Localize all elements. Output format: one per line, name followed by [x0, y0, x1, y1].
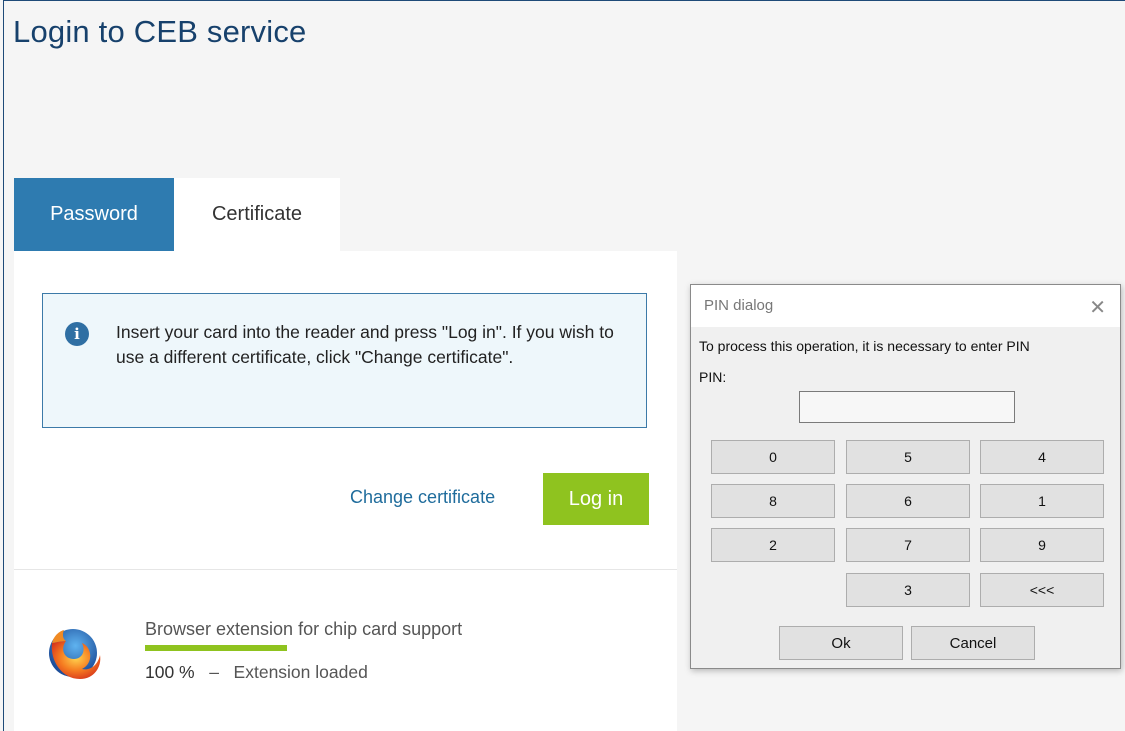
pin-key[interactable]: 7	[846, 528, 970, 562]
cancel-button[interactable]: Cancel	[911, 626, 1035, 660]
page-title: Login to CEB service	[13, 14, 307, 49]
tab-certificate[interactable]: Certificate	[174, 178, 340, 251]
pin-message: To process this operation, it is necessa…	[699, 338, 1030, 354]
extension-status-text: Extension loaded	[233, 662, 368, 682]
extension-progress-fill	[145, 645, 287, 651]
pin-dialog-title: PIN dialog	[704, 297, 774, 314]
pin-key[interactable]: 0	[711, 440, 835, 474]
window-frame-top	[3, 0, 1125, 1]
info-text: Insert your card into the reader and pre…	[116, 322, 614, 367]
pin-key[interactable]: 6	[846, 484, 970, 518]
pin-key[interactable]: 2	[711, 528, 835, 562]
pin-key[interactable]: 4	[980, 440, 1104, 474]
info-box: i Insert your card into the reader and p…	[42, 293, 647, 428]
pin-key[interactable]: 9	[980, 528, 1104, 562]
divider	[14, 569, 677, 570]
certificate-panel: i Insert your card into the reader and p…	[14, 251, 677, 731]
pin-label: PIN:	[699, 369, 727, 385]
status-separator: –	[209, 662, 219, 682]
pin-key[interactable]: 5	[846, 440, 970, 474]
info-icon: i	[65, 322, 89, 346]
ok-button[interactable]: Ok	[779, 626, 903, 660]
change-certificate-link[interactable]: Change certificate	[350, 487, 495, 508]
extension-status: 100 % – Extension loaded	[145, 662, 368, 683]
pin-input[interactable]	[799, 391, 1015, 423]
firefox-logo-icon	[49, 629, 101, 679]
pin-key[interactable]: 1	[980, 484, 1104, 518]
login-button[interactable]: Log in	[543, 473, 649, 525]
extension-percent: 100 %	[145, 662, 195, 682]
pin-dialog: PIN dialog ✕ To process this operation, …	[690, 284, 1121, 669]
extension-progress-bar	[145, 645, 287, 651]
window-frame-left	[3, 0, 4, 731]
pin-key[interactable]: 3	[846, 573, 970, 607]
tab-password[interactable]: Password	[14, 178, 174, 251]
pin-key[interactable]: 8	[711, 484, 835, 518]
pin-dialog-titlebar[interactable]: PIN dialog ✕	[691, 285, 1120, 327]
extension-title: Browser extension for chip card support	[145, 619, 463, 639]
pin-backspace-button[interactable]: <<<	[980, 573, 1104, 607]
close-icon[interactable]: ✕	[1089, 295, 1106, 319]
